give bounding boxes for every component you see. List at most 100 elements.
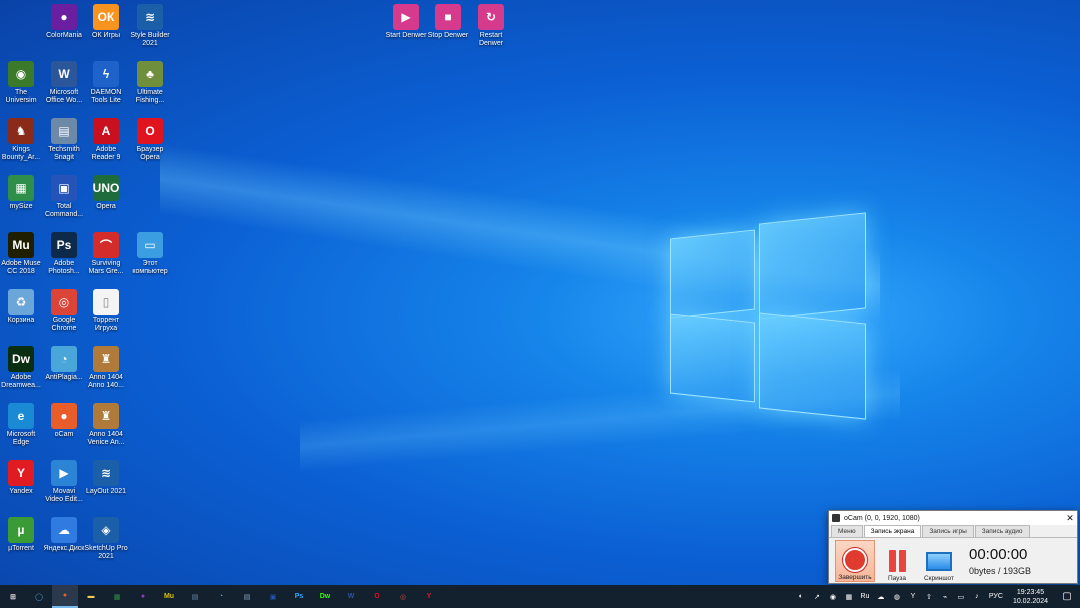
colormania-icon: ● bbox=[51, 4, 77, 30]
taskbar-snagit-task-button[interactable]: ▤ bbox=[182, 585, 208, 608]
close-icon[interactable]: ✕ bbox=[1063, 513, 1077, 524]
desktop-shortcut[interactable]: ◈ SketchUp Pro 2021 bbox=[78, 517, 134, 561]
ru-tray-icon[interactable]: Ru bbox=[859, 591, 871, 603]
search-icon: ◯ bbox=[35, 593, 43, 601]
taskbar-word-task-button[interactable]: W bbox=[338, 585, 364, 608]
snagit-task-icon: ▤ bbox=[191, 593, 199, 601]
anno-1404-icon: ♜ bbox=[93, 346, 119, 372]
desktop-shortcut-label: Торрент Игруха bbox=[92, 317, 120, 332]
taskbar-total-commander-task-button[interactable]: ▣ bbox=[260, 585, 286, 608]
taskbar-explorer-button[interactable]: ▬ bbox=[78, 585, 104, 608]
snagit-icon: ▤ bbox=[51, 118, 77, 144]
desktop-shortcut[interactable]: ≋ LayOut 2021 bbox=[78, 460, 134, 496]
ocam-window[interactable]: oCam (0, 0, 1920, 1080) ✕ Меню Запись эк… bbox=[828, 510, 1078, 584]
taskbar-snagit2-task-button[interactable]: ▤ bbox=[234, 585, 260, 608]
desktop-shortcut[interactable]: ♣ Ultimate Fishing... bbox=[122, 61, 178, 105]
tab-menu[interactable]: Меню bbox=[831, 525, 863, 537]
screenshot-button[interactable]: Скриншот bbox=[919, 540, 959, 582]
tab-game-recording[interactable]: Запись игры bbox=[922, 525, 974, 537]
taskbar-search-button[interactable]: ◯ bbox=[26, 585, 52, 608]
taskbar-ocam-task-button[interactable]: ● bbox=[52, 585, 78, 608]
kings-bounty-icon: ♞ bbox=[8, 118, 34, 144]
taskbar-yandex-task-button[interactable]: Y bbox=[416, 585, 442, 608]
desktop-shortcut-label: Anno 1404 Venice An... bbox=[87, 431, 125, 446]
cloud-tray-icon[interactable]: ☁ bbox=[875, 591, 887, 603]
system-tray: ◐ ↗ ◉ ▦ Ru ☁ ◍ Y ⇧ ⌁ ▭ ♪ РУС 19:23:45 10.02.2024 ▢ bbox=[793, 585, 1080, 608]
ocam-app-icon bbox=[832, 514, 840, 522]
monitor-tray-icon[interactable]: ▭ bbox=[955, 591, 967, 603]
ocam-icon: ● bbox=[51, 403, 77, 429]
clock-date: 10.02.2024 bbox=[1012, 597, 1048, 605]
daemon-tools-icon: ϟ bbox=[93, 61, 119, 87]
volume-tray-icon[interactable]: ♪ bbox=[971, 591, 983, 603]
stop-denwer-icon: ■ bbox=[435, 4, 461, 30]
mysize-task-icon: ▦ bbox=[113, 593, 121, 601]
taskbar-colormania-task-button[interactable]: ● bbox=[130, 585, 156, 608]
screenshot-label: Скриншот bbox=[923, 575, 955, 582]
taskbar-antiplagiat-task-button[interactable]: ◔ bbox=[208, 585, 234, 608]
pause-label: Пауза bbox=[887, 575, 907, 582]
explorer-icon: ▬ bbox=[87, 593, 95, 600]
opera-uno-icon: UNO bbox=[93, 175, 119, 201]
desktop-shortcut[interactable]: ≋ Style Builder 2021 bbox=[122, 4, 178, 48]
language-indicator[interactable]: РУС bbox=[989, 593, 1003, 600]
utorrent-icon: µ bbox=[8, 517, 34, 543]
style-builder-icon: ≋ bbox=[137, 4, 163, 30]
ocam-tabs: Меню Запись экрана Запись игры Запись ау… bbox=[829, 525, 1077, 538]
mysize-icon: ▦ bbox=[8, 175, 34, 201]
clock[interactable]: 19:23:45 10.02.2024 bbox=[1013, 588, 1048, 606]
movavi-icon: ▶ bbox=[51, 460, 77, 486]
upload-tray-icon[interactable]: ⇧ bbox=[923, 591, 935, 603]
taskbar-start-button[interactable]: ⊞ bbox=[0, 585, 26, 608]
desktop-shortcut[interactable]: UNO Opera bbox=[78, 175, 134, 211]
edge-icon: e bbox=[8, 403, 34, 429]
yandex-tray-icon[interactable]: Y bbox=[907, 591, 919, 603]
taskbar-chrome-task-button[interactable]: ◎ bbox=[390, 585, 416, 608]
start-icon: ⊞ bbox=[10, 593, 16, 601]
universim-icon: ◉ bbox=[8, 61, 34, 87]
notifications-icon[interactable]: ▢ bbox=[1054, 585, 1080, 608]
stop-recording-button[interactable]: Завершить bbox=[835, 540, 875, 582]
taskbar-muse-task-button[interactable]: Mu bbox=[156, 585, 182, 608]
desktop-shortcut-label: SketchUp Pro 2021 bbox=[84, 545, 128, 560]
tab-screen-recording[interactable]: Запись экрана bbox=[863, 525, 922, 537]
tab-audio-recording[interactable]: Запись аудио bbox=[974, 525, 1030, 537]
photoshop-task-icon: Ps bbox=[294, 593, 304, 600]
taskbar-opera-task-button[interactable]: O bbox=[364, 585, 390, 608]
pause-button[interactable]: Пауза bbox=[877, 540, 917, 582]
chrome-task-icon: ◎ bbox=[399, 593, 407, 601]
this-pc-icon: ▭ bbox=[137, 232, 163, 258]
network-tray-icon[interactable]: ▦ bbox=[843, 591, 855, 603]
desktop-shortcut-label: LayOut 2021 bbox=[85, 488, 127, 495]
desktop-shortcut-label: Этот компьютер bbox=[132, 260, 168, 275]
desktop-shortcut[interactable]: ▯ Торрент Игруха bbox=[78, 289, 134, 333]
antivirus-tray-icon[interactable]: ◍ bbox=[891, 591, 903, 603]
record-tray-icon[interactable]: ◉ bbox=[827, 591, 839, 603]
antiplagiat-icon: ◔ bbox=[51, 346, 77, 372]
taskbar-mysize-task-button[interactable]: ▦ bbox=[104, 585, 130, 608]
clock-time: 19:23:45 bbox=[1016, 588, 1045, 596]
ocam-title-bar[interactable]: oCam (0, 0, 1920, 1080) ✕ bbox=[829, 511, 1077, 525]
taskbar-photoshop-task-button[interactable]: Ps bbox=[286, 585, 312, 608]
surviving-mars-icon: ⌒ bbox=[93, 232, 119, 258]
desktop-shortcut[interactable]: ↻ Restart Denwer bbox=[463, 4, 519, 48]
sketchup-icon: ◈ bbox=[93, 517, 119, 543]
total-commander-task-icon: ▣ bbox=[269, 593, 277, 601]
desktop-shortcut-label: Opera bbox=[96, 203, 116, 210]
speed-tray-icon[interactable]: ↗ bbox=[811, 591, 823, 603]
ocam-title: oCam (0, 0, 1920, 1080) bbox=[844, 514, 920, 522]
ocam-task-icon: ● bbox=[62, 592, 68, 599]
desktop-shortcut[interactable]: ♜ Anno 1404 Venice An... bbox=[78, 403, 134, 447]
adobe-muse-icon: Mu bbox=[8, 232, 34, 258]
ok-tray-icon[interactable]: ◐ bbox=[795, 591, 807, 603]
desktop-shortcut-label: Ultimate Fishing... bbox=[135, 89, 165, 104]
desktop-shortcut[interactable]: ▭ Этот компьютер bbox=[122, 232, 178, 276]
stop-label: Завершить bbox=[838, 574, 872, 581]
desktop-shortcut[interactable]: O Браузер Opera bbox=[122, 118, 178, 162]
usb-tray-icon[interactable]: ⌁ bbox=[939, 591, 951, 603]
taskbar-dreamweaver-task-button[interactable]: Dw bbox=[312, 585, 338, 608]
desktop-shortcut[interactable]: ♜ Anno 1404 Anno 140... bbox=[78, 346, 134, 390]
chrome-icon: ◎ bbox=[51, 289, 77, 315]
recording-timer: 00:00:00 bbox=[969, 546, 1028, 563]
antiplagiat-task-icon: ◔ bbox=[218, 593, 224, 600]
